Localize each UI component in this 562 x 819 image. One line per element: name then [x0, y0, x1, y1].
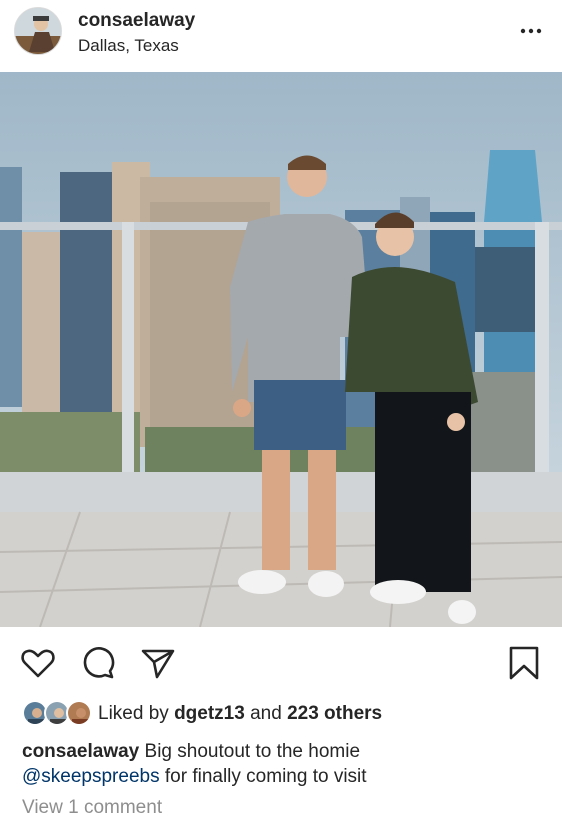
- caption-mention[interactable]: @skeepspreebs: [22, 766, 160, 787]
- bookmark-icon[interactable]: [506, 645, 542, 681]
- likes-and: and: [250, 703, 282, 724]
- likes-row[interactable]: Liked by dgetz13 and 223 others: [22, 700, 542, 728]
- comment-bubble-icon[interactable]: [80, 645, 116, 681]
- action-bar: [0, 627, 562, 695]
- likes-text: Liked by dgetz13 and 223 others: [98, 703, 382, 725]
- likes-prefix: Liked by: [98, 703, 169, 724]
- post-photo[interactable]: [0, 72, 562, 627]
- liker-avatar: [66, 700, 92, 726]
- post-location[interactable]: Dallas, Texas: [78, 36, 179, 56]
- view-comments-link[interactable]: View 1 comment: [22, 797, 162, 819]
- liker-username[interactable]: dgetz13: [174, 703, 245, 724]
- caption-username[interactable]: consaelaway: [22, 741, 139, 762]
- post-username[interactable]: consaelaway: [78, 10, 195, 32]
- caption-text: Big shoutout to the homie: [144, 741, 361, 762]
- post-photo-image: [0, 72, 562, 627]
- more-options-icon[interactable]: [520, 22, 542, 40]
- paper-plane-icon[interactable]: [140, 645, 176, 681]
- likes-others[interactable]: 223 others: [287, 703, 382, 724]
- avatar[interactable]: [14, 7, 62, 55]
- heart-icon[interactable]: [20, 645, 56, 681]
- caption: consaelaway Big shoutout to the homie @s…: [22, 739, 542, 789]
- post-header: consaelaway Dallas, Texas: [0, 0, 562, 72]
- caption-text-2: for finally coming to visit: [164, 766, 367, 787]
